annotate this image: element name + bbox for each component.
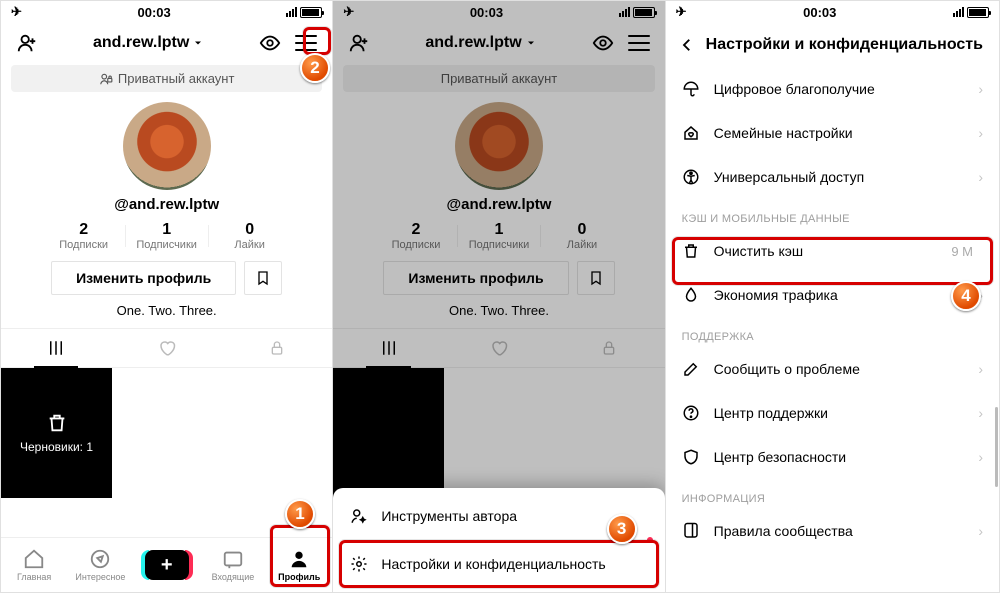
signal-icon	[286, 7, 297, 17]
eye-icon[interactable]	[254, 27, 286, 59]
section-support: ПОДДЕРЖКА	[666, 317, 999, 347]
trash-icon	[46, 412, 68, 434]
bio-text: One. Two. Three.	[1, 303, 332, 318]
bottom-nav: Главная Интересное + Входящие Профиль	[1, 537, 332, 592]
screen-profile: ✈ 00:03 and.rew.lptw	[1, 1, 333, 592]
private-badge[interactable]: Приватный аккаунт	[11, 65, 322, 92]
row-family[interactable]: Семейные настройки›	[666, 111, 999, 155]
clock: 00:03	[137, 5, 170, 20]
row-guidelines[interactable]: Правила сообщества›	[666, 509, 999, 553]
gear-icon	[349, 554, 369, 574]
step-1: 1	[285, 499, 315, 529]
accessibility-icon	[682, 168, 700, 186]
compass-icon	[89, 548, 111, 570]
profile-username[interactable]: and.rew.lptw	[93, 34, 204, 52]
stat-likes[interactable]: 0 Лайки	[209, 221, 291, 251]
private-text: Приватный аккаунт	[118, 71, 235, 86]
nav-inbox[interactable]: Входящие	[203, 548, 263, 582]
drafts-tile[interactable]: Черновики: 1	[1, 368, 112, 498]
step-2: 2	[300, 53, 330, 83]
tab-private[interactable]	[222, 329, 332, 367]
step-3: 3	[607, 514, 637, 544]
row-help[interactable]: Центр поддержки›	[666, 391, 999, 435]
username-text: and.rew.lptw	[93, 34, 189, 52]
battery-icon	[300, 7, 322, 18]
row-safety[interactable]: Центр безопасности›	[666, 435, 999, 479]
sheet-settings-text: Настройки и конфиденциальность	[381, 556, 605, 572]
screen-menu-sheet: ✈ 00:03 and.rew.lptw Приватный аккаунт @…	[333, 1, 665, 592]
notification-dot	[647, 537, 653, 543]
pencil-icon	[682, 360, 700, 378]
sheet-settings-privacy[interactable]: Настройки и конфиденциальность	[333, 540, 664, 588]
stats-row: 2 Подписки 1 Подписчики 0 Лайки	[1, 221, 332, 251]
row-wellbeing[interactable]: Цифровое благополучие›	[666, 67, 999, 111]
drafts-text: Черновики: 1	[20, 440, 93, 454]
nav-profile[interactable]: Профиль	[269, 548, 329, 582]
profile-icon	[288, 548, 310, 570]
section-cache: КЭШ И МОБИЛЬНЫЕ ДАННЫЕ	[666, 199, 999, 229]
inbox-icon	[222, 548, 244, 570]
section-info: ИНФОРМАЦИЯ	[666, 479, 999, 509]
lock-icon	[99, 72, 113, 86]
stat-followers[interactable]: 1 Подписчики	[126, 221, 208, 251]
help-icon	[682, 404, 700, 422]
content-tabs	[1, 328, 332, 368]
chevron-left-icon	[678, 36, 696, 54]
settings-list[interactable]: Цифровое благополучие› Семейные настройк…	[666, 67, 999, 592]
top-nav: and.rew.lptw	[1, 23, 332, 63]
bookmark-button[interactable]	[244, 261, 282, 295]
status-bar: ✈ 00:03	[1, 1, 332, 23]
nav-create[interactable]: +	[137, 550, 197, 580]
scrollbar-thumb[interactable]	[995, 407, 998, 487]
row-data-saver[interactable]: Экономия трафика›	[666, 273, 999, 317]
sparkle-icon	[349, 506, 369, 526]
chevron-down-icon	[192, 37, 204, 49]
cache-size: 9 M	[951, 244, 983, 259]
book-icon	[682, 522, 700, 540]
tab-liked[interactable]	[111, 329, 221, 367]
shield-icon	[682, 448, 700, 466]
umbrella-icon	[682, 80, 700, 98]
avatar[interactable]	[123, 102, 211, 190]
add-user-icon[interactable]	[11, 27, 43, 59]
stat-following[interactable]: 2 Подписки	[43, 221, 125, 251]
home-heart-icon	[682, 124, 700, 142]
row-report[interactable]: Сообщить о проблеме›	[666, 347, 999, 391]
nav-home[interactable]: Главная	[4, 548, 64, 582]
tab-grid[interactable]	[1, 329, 111, 367]
settings-title: Настройки и конфиденциальность	[706, 36, 983, 54]
row-accessibility[interactable]: Универсальный доступ›	[666, 155, 999, 199]
nav-discover[interactable]: Интересное	[70, 548, 130, 582]
content-grid: Черновики: 1	[1, 368, 332, 498]
row-clear-cache[interactable]: Очистить кэш 9 M	[666, 229, 999, 273]
handle: @and.rew.lptw	[1, 196, 332, 213]
bookmark-icon	[255, 270, 271, 286]
status-bar: ✈ 00:03	[333, 1, 664, 23]
hamburger-icon	[295, 35, 317, 51]
screen-settings: ✈ 00:03 Настройки и конфиденциальность Ц…	[666, 1, 999, 592]
three-phone-screens: ✈ 00:03 and.rew.lptw	[0, 0, 1000, 593]
droplet-icon	[682, 286, 700, 304]
settings-header: Настройки и конфиденциальность	[666, 23, 999, 67]
home-icon	[23, 548, 45, 570]
step-4: 4	[951, 281, 981, 311]
back-button[interactable]	[674, 29, 700, 61]
plus-icon: +	[145, 550, 189, 580]
airplane-icon: ✈	[11, 4, 22, 20]
trash-icon	[682, 242, 700, 260]
status-bar: ✈ 00:03	[666, 1, 999, 23]
sheet-creator-text: Инструменты автора	[381, 508, 517, 524]
edit-profile-button[interactable]: Изменить профиль	[51, 261, 236, 295]
